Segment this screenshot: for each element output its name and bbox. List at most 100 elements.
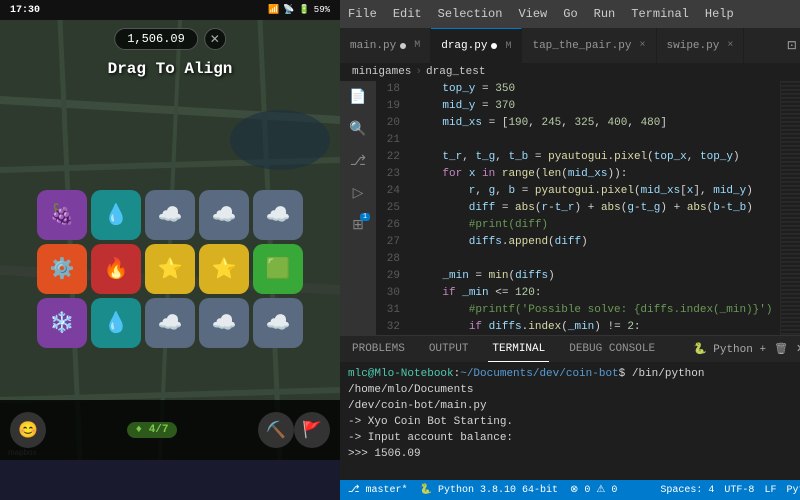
sidebar-search-icon[interactable]: 🔍 [346,117,370,141]
terminal-line-1b: /dev/coin-bot/main.py [348,398,800,414]
tab-tap-py-label: tap_the_pair.py [532,40,631,52]
tab-main-py-modified [400,43,406,49]
tab-terminal[interactable]: TERMINAL [488,336,549,362]
grid-cell-12[interactable]: ☁️ [145,298,195,348]
sidebar-extensions-icon[interactable]: ⊞ 1 [346,213,370,237]
tab-tap-py-close[interactable]: × [640,40,646,51]
grid-cell-3[interactable]: ☁️ [199,190,249,240]
signal-icon: 📶 [268,5,279,15]
minimap-content [781,81,800,335]
tab-drag-py-close[interactable]: M [505,41,511,52]
tab-swipe-py[interactable]: swipe.py × [657,28,745,63]
minimap [780,81,800,335]
grid-cell-1[interactable]: 💧 [91,190,141,240]
grid-cell-14[interactable]: ☁️ [253,298,303,348]
battery-icon: 🔋 [299,5,310,15]
menu-edit[interactable]: Edit [393,7,422,21]
line-numbers: 18 19 20 21 22 23 24 25 26 27 28 29 30 3… [376,81,408,335]
sidebar-git-icon[interactable]: ⎇ [346,149,370,173]
tab-main-py[interactable]: main.py M [340,28,431,63]
tab-swipe-py-label: swipe.py [667,40,720,52]
grid-cell-11[interactable]: 💧 [91,298,141,348]
coin-display: 1,506.09 [114,28,198,50]
panel-tab-actions: 🐍 Python + 🗑 ✕ ⬆ [693,342,800,356]
avatar-icon[interactable]: 😊 [10,412,46,448]
encoding-label: UTF-8 [724,485,754,496]
menu-go[interactable]: Go [563,7,577,21]
grid-cell-0[interactable]: 🍇 [37,190,87,240]
terminal-line-4: >>> 1506.09 [348,446,800,462]
drag-label: Drag To Align [108,60,233,78]
status-right-items: Spaces: 4 UTF-8 LF Python [660,485,800,496]
tab-drag-py[interactable]: drag.py M [431,28,522,63]
tab-output[interactable]: OUTPUT [425,336,473,362]
errors-warnings: ⊗ 0 ⚠ 0 [570,484,617,496]
score-badge: ♦ 4/7 [127,422,176,438]
split-editor-icon[interactable]: ⊡ [787,38,797,53]
git-branch[interactable]: ⎇ master* [348,484,408,496]
terminal-line-5 [348,462,800,478]
terminal-line-1: mlc@Mlo-Notebook:~/Documents/dev/coin-bo… [348,366,800,398]
trash-icon[interactable]: 🗑 [774,342,788,356]
sidebar-icons: 📄 🔍 ⎇ ▷ ⊞ 1 [340,81,376,335]
panel-tabs: PROBLEMS OUTPUT TERMINAL DEBUG CONSOLE 🐍… [340,336,800,362]
spaces-label: Spaces: 4 [660,485,714,496]
menu-bar: File Edit Selection View Go Run Terminal… [340,0,800,28]
score-value: 4/7 [149,424,169,436]
terminal-line-2: -> Xyo Coin Bot Starting. [348,414,800,430]
panel-close-icon[interactable]: ✕ [796,342,800,356]
top-overlay-bar: 1,506.09 ✕ [114,28,226,50]
grid-cell-9[interactable]: 🟩 [253,244,303,294]
game-grid: 🍇 💧 ☁️ ☁️ ☁️ ⚙️ 🔥 ⭐ ⭐ 🟩 ❄️ 💧 ☁️ ☁️ ☁️ [37,190,303,348]
bottom-panel: PROBLEMS OUTPUT TERMINAL DEBUG CONSOLE 🐍… [340,335,800,480]
grid-cell-2[interactable]: ☁️ [145,190,195,240]
terminal-content: mlc@Mlo-Notebook:~/Documents/dev/coin-bo… [340,362,800,480]
tab-action-icons: ⊡ ··· [787,38,800,53]
flag-icon[interactable]: 🚩 [294,412,330,448]
wifi-icon: 📡 [283,5,294,15]
tab-debug-console[interactable]: DEBUG CONSOLE [565,336,659,362]
grid-cell-10[interactable]: ❄️ [37,298,87,348]
battery-percent: 59% [314,5,330,15]
mobile-panel: 17:30 📶 📡 🔋 59% mapbox [0,0,340,500]
vscode-panel: File Edit Selection View Go Run Terminal… [340,0,800,500]
grid-cell-6[interactable]: 🔥 [91,244,141,294]
menu-view[interactable]: View [518,7,547,21]
close-button[interactable]: ✕ [204,28,226,50]
menu-selection[interactable]: Selection [438,7,503,21]
tab-swipe-py-close[interactable]: × [727,40,733,51]
tabs-bar: main.py M drag.py M tap_the_pair.py × sw… [340,28,800,63]
grid-cell-7[interactable]: ⭐ [145,244,195,294]
tab-tap-py[interactable]: tap_the_pair.py × [522,28,656,63]
menu-terminal[interactable]: Terminal [631,7,689,21]
breadcrumb-drag-test: drag_test [426,66,485,78]
language-label: Python [786,485,800,496]
code-content: top_y = 350 mid_y = 370 mid_xs = [190, 2… [408,81,780,335]
line-ending-label: LF [764,485,776,496]
code-area: 18 19 20 21 22 23 24 25 26 27 28 29 30 3… [376,81,800,335]
mobile-status-icons: 📶 📡 🔋 59% [268,5,330,15]
sidebar-explorer-icon[interactable]: 📄 [346,85,370,109]
bottom-bar: 😊 ♦ 4/7 ⛏️ 🚩 [0,400,340,460]
tab-drag-py-label: drag.py [441,40,487,52]
mobile-time: 17:30 [10,5,40,16]
status-bar-bottom: ⎇ master* 🐍 Python 3.8.10 64-bit ⊗ 0 ⚠ 0… [340,480,800,500]
menu-run[interactable]: Run [594,7,616,21]
editor-area: 📄 🔍 ⎇ ▷ ⊞ 1 18 19 20 21 22 23 24 25 [340,81,800,335]
grid-cell-4[interactable]: ☁️ [253,190,303,240]
grid-cell-5[interactable]: ⚙️ [37,244,87,294]
code-lines: 18 19 20 21 22 23 24 25 26 27 28 29 30 3… [376,81,800,335]
mobile-status-bar: 17:30 📶 📡 🔋 59% [0,0,340,20]
menu-help[interactable]: Help [705,7,734,21]
tab-main-py-close[interactable]: M [414,40,420,51]
sidebar-debug-icon[interactable]: ▷ [346,181,370,205]
breadcrumb: minigames › drag_test [340,63,800,81]
close-icon: ✕ [210,32,220,47]
grid-cell-8[interactable]: ⭐ [199,244,249,294]
tab-problems[interactable]: PROBLEMS [348,336,409,362]
coin-amount: 1,506.09 [127,32,185,46]
pickaxe-icon[interactable]: ⛏️ [258,412,294,448]
map-background: mapbox 1,506.09 ✕ Drag To Align 🍇 💧 ☁️ ☁… [0,20,340,460]
grid-cell-13[interactable]: ☁️ [199,298,249,348]
menu-file[interactable]: File [348,7,377,21]
